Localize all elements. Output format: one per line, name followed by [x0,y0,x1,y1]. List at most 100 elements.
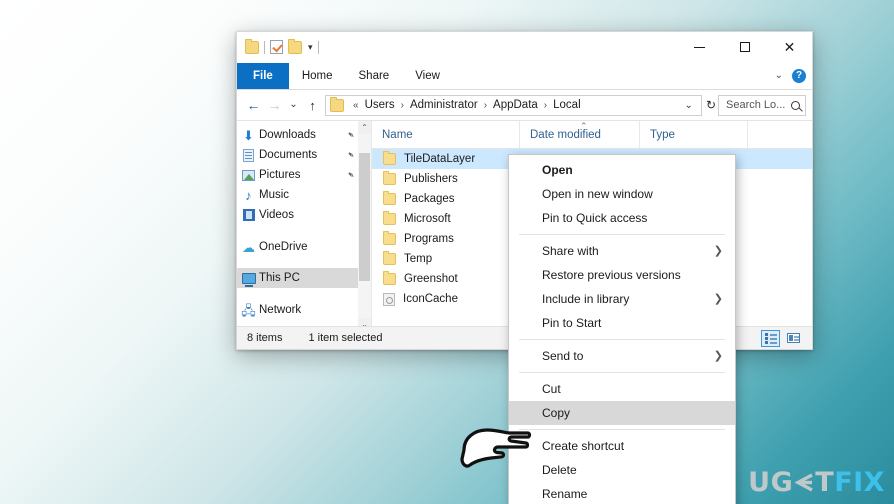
file-name: Microsoft [404,213,451,225]
menu-item-include-in-library[interactable]: Include in library ❯ [509,287,735,311]
sidebar-item-network[interactable]: 🖧 Network [237,300,371,320]
breadcrumb-bar[interactable]: « Users › Administrator › AppData › Loca… [325,94,702,116]
menu-item-create-shortcut[interactable]: Create shortcut [509,434,735,458]
tab-view[interactable]: View [402,63,453,89]
column-header-name[interactable]: Name [372,121,520,148]
breadcrumb-sep-2[interactable]: › [479,100,492,111]
breadcrumb-item-users[interactable]: Users [364,99,396,111]
close-button[interactable]: ✕ [767,32,812,62]
menu-item-cut[interactable]: Cut [509,377,735,401]
folder-icon[interactable] [245,38,259,54]
sidebar-item-label: This PC [259,272,300,284]
recent-locations-button[interactable]: ⌄ [285,94,302,116]
watermark-part-2: T [815,467,835,498]
back-button[interactable]: ← [243,94,264,116]
maximize-button[interactable] [722,32,767,62]
search-input[interactable]: Search Lo... [718,94,806,116]
breadcrumb-item-appdata[interactable]: AppData [492,99,539,111]
column-header-type[interactable]: Type [640,121,748,148]
menu-item-delete[interactable]: Delete [509,458,735,482]
breadcrumb-sep-3[interactable]: › [539,100,552,111]
close-icon: ✕ [783,39,796,55]
expand-ribbon-icon[interactable]: ⌄ [775,71,783,81]
help-icon[interactable]: ? [792,69,806,83]
search-icon [791,100,800,110]
breadcrumb: « Users › Administrator › AppData › Loca… [348,99,698,111]
menu-item-share-with[interactable]: Share with ❯ [509,239,735,263]
tab-home[interactable]: Home [289,63,346,89]
file-icon [383,292,395,306]
pin-icon[interactable]: ✒ [345,168,357,181]
menu-item-send-to[interactable]: Send to ❯ [509,344,735,368]
large-icons-view-icon [787,333,800,343]
breadcrumb-sep-1[interactable]: › [396,100,409,111]
menu-item-pin-to-quick-access[interactable]: Pin to Quick access [509,206,735,230]
minimize-icon [694,46,705,48]
address-bar: ← → ⌄ ↑ « Users › Administrator › AppDat… [237,90,812,120]
refresh-button[interactable]: ↻ [706,99,718,111]
chevron-right-icon: ❯ [713,292,723,305]
sidebar-item-pictures[interactable]: Pictures ✒ [237,165,371,185]
chevron-right-icon: ❯ [713,349,723,362]
cloud-icon: ☁ [242,239,255,255]
sidebar-item-label: Documents [259,149,318,161]
computer-icon [241,271,256,287]
menu-item-pin-to-start[interactable]: Pin to Start [509,311,735,335]
tab-file[interactable]: File [237,63,289,89]
large-icons-view-button[interactable] [784,330,803,347]
music-icon: ♪ [245,187,252,203]
breadcrumb-item-administrator[interactable]: Administrator [409,99,479,111]
menu-item-label: Delete [542,463,577,477]
menu-item-open[interactable]: Open [509,158,735,182]
screenshot-stage: ▾ ✕ File Home Share View ⌄ ? ← → ⌄ ↑ « U… [0,0,894,504]
folder-icon [383,271,396,285]
column-header-date-modified[interactable]: ⌃ Date modified [520,121,640,148]
folder-icon [383,191,396,205]
details-view-button[interactable] [761,329,780,347]
ribbon-tabs-bar: File Home Share View ⌄ ? [237,63,812,90]
breadcrumb-prefix[interactable]: « [348,100,364,111]
minimize-button[interactable] [677,32,722,62]
watermark: UG T FIX [748,469,885,496]
menu-separator [519,234,725,235]
address-dropdown-icon[interactable]: ⌄ [677,100,698,111]
pin-icon[interactable]: ✒ [345,148,357,161]
up-button[interactable]: ↑ [302,94,323,116]
column-header-label: Type [650,128,675,141]
sidebar-item-downloads[interactable]: ⬇ Downloads ✒ [237,125,371,145]
menu-item-label: Restore previous versions [542,268,681,282]
menu-item-copy[interactable]: Copy [509,401,735,425]
menu-separator [519,339,725,340]
sidebar-item-music[interactable]: ♪ Music [237,185,371,205]
sidebar-item-label: Network [259,304,302,316]
watermark-part-1: UG [748,467,794,498]
pin-icon[interactable]: ✒ [345,128,357,141]
sidebar-item-label: OneDrive [259,241,308,253]
sidebar-item-videos[interactable]: Videos [237,205,371,225]
forward-button[interactable]: → [264,94,285,116]
breadcrumb-item-local[interactable]: Local [552,99,582,111]
menu-separator [519,429,725,430]
menu-item-label: Cut [542,382,561,396]
menu-item-restore-previous-versions[interactable]: Restore previous versions [509,263,735,287]
scroll-up-icon[interactable]: ⌃ [358,121,371,134]
sidebar-item-label: Downloads [259,129,316,141]
menu-item-label: Open in new window [542,187,653,201]
sidebar-item-documents[interactable]: Documents ✒ [237,145,371,165]
folder-icon [383,251,396,265]
sidebar-item-this-pc[interactable]: This PC [237,268,371,288]
tab-share[interactable]: Share [346,63,403,89]
chevron-down-icon[interactable]: ▾ [308,42,313,52]
details-view-icon [764,333,777,343]
navigation-scrollbar[interactable]: ⌃ ⌄ [358,121,371,331]
scrollbar-thumb[interactable] [359,153,370,281]
column-header-label: Name [382,128,413,141]
properties-icon[interactable] [270,40,283,54]
view-toggle-buttons [761,329,812,347]
menu-item-label: Open [542,163,573,177]
menu-item-rename[interactable]: Rename [509,482,735,504]
new-folder-icon[interactable] [288,38,302,54]
menu-item-open-in-new-window[interactable]: Open in new window [509,182,735,206]
status-item-count: 8 items [247,332,283,344]
sidebar-item-onedrive[interactable]: ☁ OneDrive [237,237,371,257]
